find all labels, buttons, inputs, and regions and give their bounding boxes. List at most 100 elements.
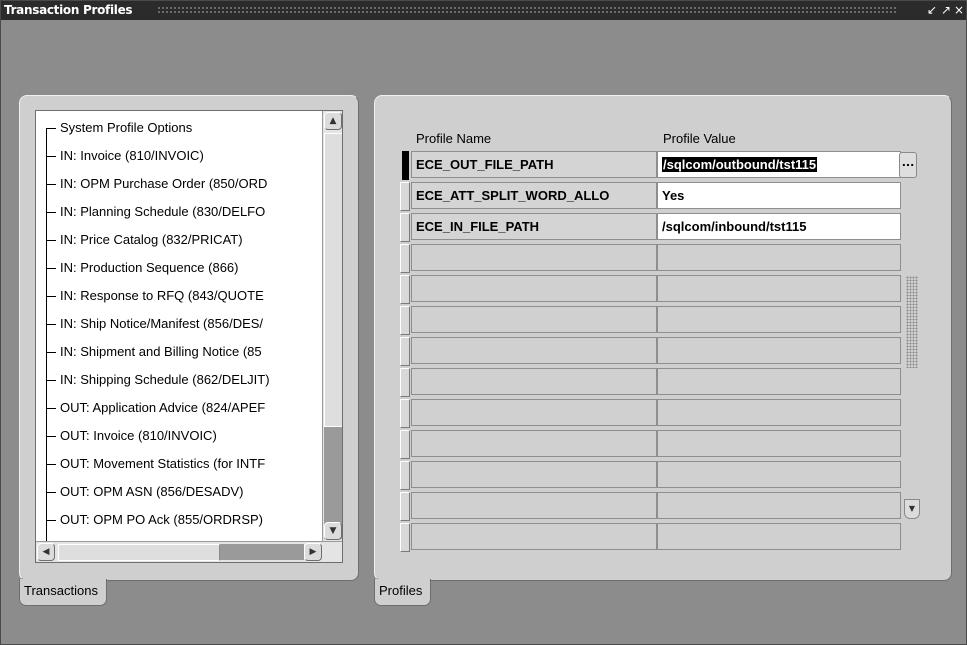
profile-name-header: Profile Name [416,131,492,146]
transactions-tree[interactable]: System Profile Options IN: Invoice (810/I… [35,110,343,563]
tree-item[interactable]: IN: Production Sequence (866) [36,254,326,282]
tab-profiles[interactable]: Profiles [374,579,432,606]
window-title: Transaction Profiles [4,3,133,17]
profile-name-cell[interactable]: ECE_OUT_FILE_PATH [411,151,657,178]
tree-branch-line [46,156,56,157]
profile-name-cell[interactable] [411,430,657,457]
profile-value-field[interactable] [657,430,901,457]
scroll-grip [906,276,918,368]
minimize-icon[interactable]: ↙ [927,3,937,18]
tree-horizontal-scrollbar[interactable]: ◀ ▶ [36,541,342,562]
tree-item-label: OUT: Invoice (810/INVOIC) [60,428,217,443]
profile-name-cell[interactable]: ECE_ATT_SPLIT_WORD_ALLO [411,182,657,209]
tree-item[interactable]: IN: Invoice (810/INVOIC) [36,142,326,170]
profile-name-cell[interactable] [411,337,657,364]
tree-branch-line [46,240,56,241]
vertical-scroll-thumb[interactable] [324,133,342,427]
tree-item-label: IN: Shipping Schedule (862/DELJIT) [60,372,270,387]
tree-branch-line [46,436,56,437]
scroll-down-icon[interactable]: ▼ [324,522,342,540]
row-selector[interactable] [400,244,410,273]
tree-item[interactable]: OUT: Movement Statistics (for INTF [36,450,326,478]
tree-branch-line [46,408,56,409]
profile-name-cell[interactable] [411,244,657,271]
row-selector[interactable] [400,523,410,552]
tree-item[interactable]: OUT: OPM ASN (856/DESADV) [36,478,326,506]
selected-value-text: /sqlcom/outbound/tst115 [662,157,818,172]
tree-branch-line [46,296,56,297]
tree-item-label: IN: Shipment and Billing Notice (85 [60,344,262,359]
tree-item-label: OUT: OPM PO Ack (855/ORDRSP) [60,512,263,527]
profile-value-field[interactable] [657,337,901,364]
scroll-down-icon[interactable]: ▼ [904,499,920,519]
maximize-icon[interactable]: ↗ [941,3,951,18]
row-selector[interactable] [400,337,410,366]
current-row-indicator[interactable] [402,151,409,180]
tree-item[interactable]: System Profile Options [36,114,326,142]
profile-value-field[interactable] [657,399,901,426]
row-selector[interactable] [400,213,410,242]
profile-name-cell[interactable] [411,275,657,302]
scroll-up-icon[interactable]: ▲ [324,112,342,130]
profile-value-field[interactable] [657,492,901,519]
tab-transactions[interactable]: Transactions [19,579,107,606]
row-selector[interactable] [400,492,410,521]
close-icon[interactable]: × [954,3,964,18]
profile-value-header: Profile Value [663,131,736,146]
profile-value-field[interactable]: /sqlcom/outbound/tst115 [657,151,901,178]
tree-item[interactable]: IN: Planning Schedule (830/DELFO [36,198,326,226]
tree-branch-line [46,212,56,213]
horizontal-scroll-track[interactable] [220,544,304,560]
tree-item-label: OUT: OPM ASN (856/DESADV) [60,484,244,499]
tree-item[interactable]: IN: Shipping Schedule (862/DELJIT) [36,366,326,394]
profile-name-cell[interactable] [411,461,657,488]
tree-vertical-scrollbar[interactable]: ▲ ▼ [322,111,342,541]
profile-name-cell[interactable] [411,399,657,426]
tree-item-label: IN: Invoice (810/INVOIC) [60,148,204,163]
tree-item[interactable]: IN: Price Catalog (832/PRICAT) [36,226,326,254]
tree-item[interactable]: OUT: OPM PO Ack (855/ORDRSP) [36,506,326,534]
scroll-left-icon[interactable]: ◀ [37,543,55,561]
tree-item[interactable]: OUT: Invoice (810/INVOIC) [36,422,326,450]
profile-value-field[interactable] [657,275,901,302]
tree-branch-line [46,128,56,129]
tree-item[interactable]: IN: Shipment and Billing Notice (85 [36,338,326,366]
scroll-right-icon[interactable]: ▶ [304,543,322,561]
profile-name-cell[interactable] [411,492,657,519]
tree-item[interactable]: IN: Ship Notice/Manifest (856/DES/ [36,310,326,338]
profile-name-cell[interactable]: ECE_IN_FILE_PATH [411,213,657,240]
tree-branch-line [46,520,56,521]
tree-item-label: IN: OPM Purchase Order (850/ORD [60,176,268,191]
tree-item[interactable]: IN: OPM Purchase Order (850/ORD [36,170,326,198]
tree-item-label: OUT: Application Advice (824/APEF [60,400,266,415]
profile-name-cell[interactable] [411,368,657,395]
row-selector[interactable] [400,275,410,304]
tree-item[interactable]: OUT: Application Advice (824/APEF [36,394,326,422]
row-selector[interactable] [400,461,410,490]
profile-value-field[interactable]: Yes [657,182,901,209]
row-selector[interactable] [400,306,410,335]
profile-name-cell[interactable] [411,306,657,333]
title-bar[interactable]: Transaction Profiles ↙ ↗ × [1,1,966,20]
list-of-values-button[interactable]: ... [899,152,917,178]
horizontal-scroll-thumb[interactable] [58,544,220,561]
tree-item-label: IN: Planning Schedule (830/DELFO [60,204,266,219]
profile-value-field[interactable] [657,244,901,271]
tree-item[interactable]: IN: Response to RFQ (843/QUOTE [36,282,326,310]
tree-item-label: IN: Price Catalog (832/PRICAT) [60,232,243,247]
row-selector[interactable] [400,368,410,397]
profile-value-field[interactable] [657,461,901,488]
row-selector[interactable] [400,430,410,459]
title-bar-grip [157,6,897,15]
row-selector[interactable] [400,399,410,428]
tree-branch-line [46,352,56,353]
profile-value-field[interactable] [657,306,901,333]
profile-name-cell[interactable] [411,523,657,550]
tree-branch-line [46,380,56,381]
profile-value-field[interactable] [657,368,901,395]
row-selector[interactable] [400,182,410,211]
profiles-vertical-scrollbar[interactable] [903,179,921,519]
tree-branch-line [46,184,56,185]
profile-value-field[interactable]: /sqlcom/inbound/tst115 [657,213,901,240]
profile-value-field[interactable] [657,523,901,550]
